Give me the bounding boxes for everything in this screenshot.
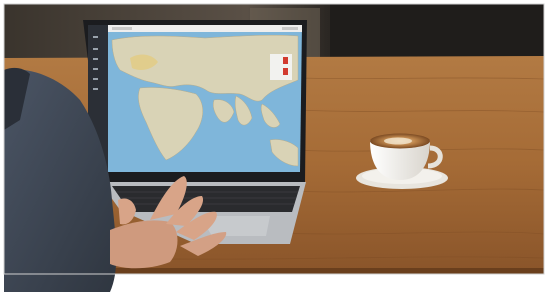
keyboard xyxy=(112,186,300,212)
photo-scene xyxy=(0,0,548,295)
person-hand xyxy=(110,220,178,269)
map-toolbar xyxy=(108,25,302,32)
photo-illustration xyxy=(0,0,548,295)
red-marker xyxy=(283,57,288,64)
map-overlay-panel xyxy=(270,54,292,80)
red-marker xyxy=(283,68,288,75)
